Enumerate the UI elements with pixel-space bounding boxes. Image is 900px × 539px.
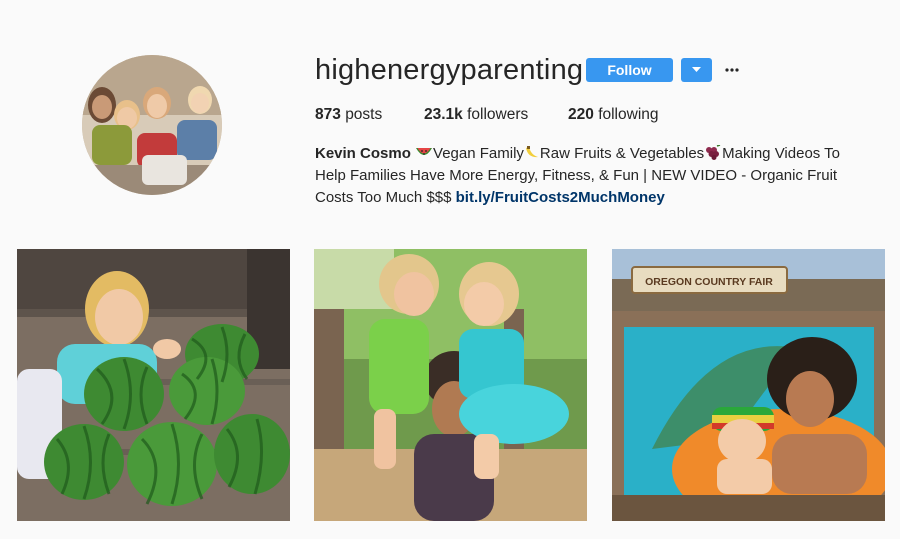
fair-sign-text: OREGON COUNTRY FAIR	[645, 276, 773, 288]
bio-link[interactable]: bit.ly/FruitCosts2MuchMoney	[456, 189, 665, 206]
posts-stat: 873 posts	[315, 104, 382, 126]
suggested-accounts-dropdown-button[interactable]	[681, 58, 712, 82]
bio-text-raw-fruits: Raw Fruits & Vegetables	[539, 145, 705, 162]
following-stat[interactable]: 220 following	[568, 104, 659, 126]
ellipsis-icon	[725, 68, 739, 72]
followers-label: followers	[467, 106, 529, 123]
watermelon-icon	[416, 148, 433, 155]
avatar-image	[82, 55, 222, 195]
follow-button[interactable]: Follow	[586, 58, 673, 82]
following-label: following	[598, 106, 659, 123]
profile-avatar[interactable]	[82, 55, 222, 195]
chevron-down-icon	[692, 67, 701, 72]
followers-count: 23.1k	[424, 106, 463, 123]
bio-text-vegan: Vegan Family	[433, 145, 524, 162]
following-count: 220	[568, 106, 594, 123]
banana-icon	[525, 146, 538, 158]
country-fair-photo: OREGON COUNTRY FAIR	[612, 249, 885, 521]
profile-full-name: Kevin Cosmo	[315, 145, 411, 162]
profile-username: highenergyparenting	[315, 54, 584, 86]
watermelons-photo	[17, 249, 290, 521]
profile-bio: Kevin Cosmo Vegan Family Raw Fruits & Ve…	[315, 143, 875, 209]
posts-count: 873	[315, 106, 341, 123]
posts-label: posts	[345, 106, 383, 123]
followers-stat[interactable]: 23.1k followers	[424, 104, 528, 126]
grapes-icon	[706, 145, 721, 160]
post-thumbnail-2[interactable]	[314, 249, 587, 521]
family-photo	[314, 249, 587, 521]
post-thumbnail-1[interactable]	[17, 249, 290, 521]
more-options-button[interactable]	[722, 58, 742, 82]
post-thumbnail-3[interactable]: OREGON COUNTRY FAIR	[612, 249, 885, 521]
